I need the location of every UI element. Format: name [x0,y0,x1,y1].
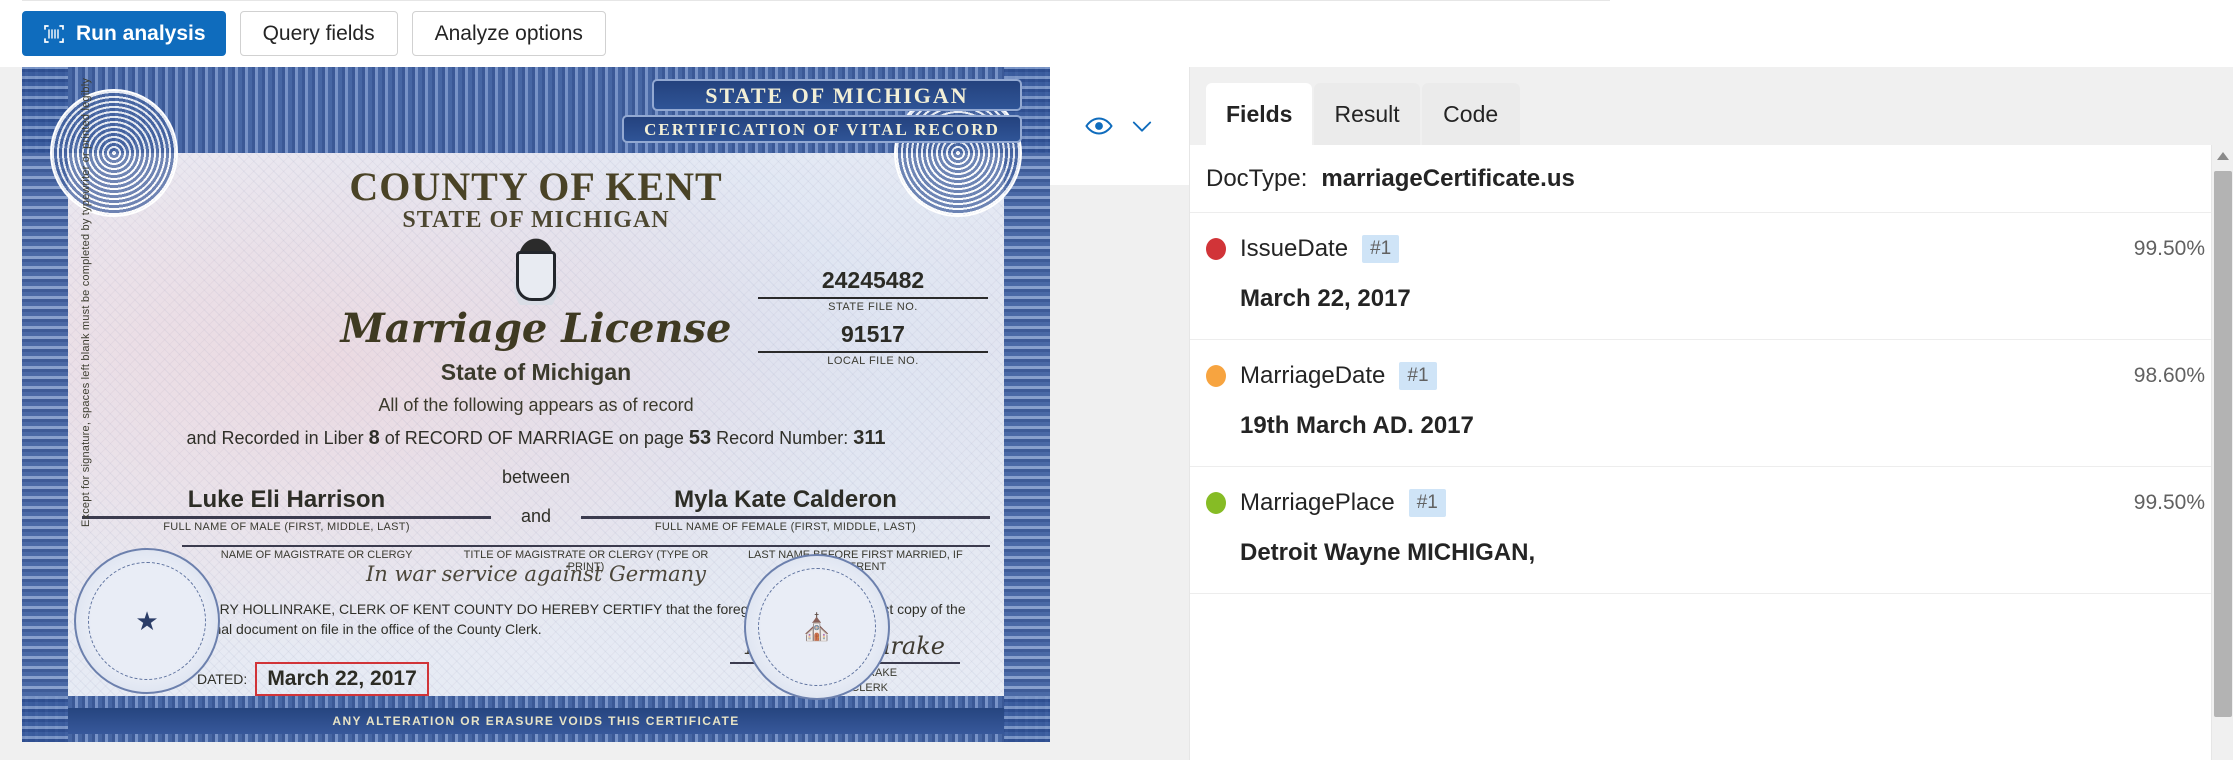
field-row-marriagedate[interactable]: MarriageDate #1 98.60% 19th March AD. 20… [1190,340,2233,467]
file-numbers-block: 24245482 STATE FILE NO. 91517 LOCAL FILE… [758,267,988,367]
field-index-badge: #1 [1362,235,1400,263]
state-file-rule [758,297,988,299]
certificate-page: STATE OF MICHIGAN CERTIFICATION OF VITAL… [22,67,1050,742]
state-seal-inner: ★ [88,562,206,680]
field-confidence: 99.50% [2133,491,2205,514]
male-name-rule [82,516,491,519]
field-row-marriageplace[interactable]: MarriagePlace #1 99.50% Detroit Wayne MI… [1190,467,2233,594]
page-value: 53 [688,427,712,449]
toolbar: Run analysis Query fields Analyze option… [0,0,2233,67]
record-number-label: Record Number: [716,428,849,448]
state-banner: STATE OF MICHIGAN [652,79,1022,111]
field-color-dot [1206,492,1226,514]
side-note-text: Except for signature, spaces left blank … [80,77,92,527]
female-name-caption: FULL NAME OF FEMALE (FIRST, MIDDLE, LAST… [654,521,917,533]
field-value: March 22, 2017 [1240,285,1411,312]
magistrate-rule [182,545,990,547]
query-fields-button[interactable]: Query fields [239,11,398,56]
viewer-tools [1050,67,1190,185]
local-file-rule [758,351,988,353]
tab-code[interactable]: Code [1421,83,1520,145]
eye-icon[interactable] [1084,111,1114,141]
query-fields-label: Query fields [262,21,375,45]
tab-fields[interactable]: Fields [1206,83,1313,145]
field-row-issuedate[interactable]: IssueDate #1 99.50% March 22, 2017 [1190,213,2233,340]
record-number-value: 311 [853,427,886,449]
liber-mid: of RECORD OF MARRIAGE on page [384,428,684,448]
liber-prefix: and Recorded in Liber [186,428,364,448]
footer-warning: ANY ALTERATION OR ERASURE VOIDS THIS CER… [68,708,1004,734]
run-analysis-button[interactable]: Run analysis [22,11,226,56]
toolbar-top-divider [22,0,1610,1]
triangle-up-icon[interactable] [2212,145,2233,167]
dated-value-highlight[interactable]: March 22, 2017 [255,662,429,696]
field-value: 19th March AD. 2017 [1240,412,1474,439]
names-row: Luke Eli Harrison FULL NAME OF MALE (FIR… [82,467,990,533]
analysis-workspace: Run analysis Query fields Analyze option… [0,0,2233,760]
field-header: MarriagePlace #1 [1206,489,2209,517]
field-header: MarriageDate #1 [1206,362,2209,390]
female-name-value: Myla Kate Calderon [674,486,897,513]
document-viewer: STATE OF MICHIGAN CERTIFICATION OF VITAL… [0,67,1190,760]
analyze-options-button[interactable]: Analyze options [411,11,606,56]
male-name-field: Luke Eli Harrison FULL NAME OF MALE (FIR… [82,486,491,533]
content-area: STATE OF MICHIGAN CERTIFICATION OF VITAL… [0,67,2233,760]
doctype-row: DocType: marriageCertificate.us [1190,145,2233,213]
state-file-no: 24245482 [821,267,925,293]
panel-tabs: Fields Result Code [1190,67,2233,145]
circuit-court-seal-inner: ⛪ [758,568,876,686]
field-header: IssueDate #1 [1206,235,2209,263]
field-color-dot [1206,365,1226,387]
local-file-caption: LOCAL FILE NO. [827,355,919,367]
run-analysis-label: Run analysis [76,21,206,45]
state-file-caption: STATE FILE NO. [828,301,918,313]
certification-banner: CERTIFICATION OF VITAL RECORD [622,115,1022,143]
document-image[interactable]: STATE OF MICHIGAN CERTIFICATION OF VITAL… [22,67,1050,742]
dated-label: DATED: [197,671,248,687]
field-name: IssueDate [1240,235,1349,262]
field-color-dot [1206,238,1226,260]
between-word: between [501,467,571,487]
doctype-value: marriageCertificate.us [1321,164,1575,192]
doctype-label: DocType: [1206,164,1308,192]
scrollbar-thumb[interactable] [2214,171,2232,717]
field-name: MarriagePlace [1240,489,1395,516]
and-word: and [520,506,552,526]
field-value: Detroit Wayne MICHIGAN, [1240,539,1536,566]
circuit-court-seal-icon: ⛪ [744,554,890,700]
record-note: All of the following appears as of recor… [378,395,694,415]
female-name-field: Myla Kate Calderon FULL NAME OF FEMALE (… [581,486,990,533]
male-name-caption: FULL NAME OF MALE (FIRST, MIDDLE, LAST) [163,521,410,533]
field-name: MarriageDate [1240,362,1386,389]
local-file-no: 91517 [841,321,905,347]
circuit-court-seal-emblem: ⛪ [800,611,834,642]
county-subtitle: STATE OF MICHIGAN [402,207,670,233]
female-name-rule [581,516,990,519]
liber-value: 8 [368,427,380,449]
field-index-badge: #1 [1408,489,1446,517]
viewer-tools-filler [1050,185,1190,760]
field-index-badge: #1 [1399,362,1437,390]
fields-list: DocType: marriageCertificate.us IssueDat… [1190,145,2233,760]
michigan-crest-icon [498,235,574,305]
analyze-options-label: Analyze options [434,21,583,45]
male-name-value: Luke Eli Harrison [187,486,386,513]
panel-scrollbar[interactable] [2211,145,2233,760]
between-and-labels: between and [491,467,581,533]
tab-result[interactable]: Result [1314,83,1420,145]
chevron-down-icon[interactable] [1128,112,1156,140]
document-scan-icon [42,22,66,46]
county-title: COUNTY OF KENT [349,164,723,209]
liber-line: and Recorded in Liber 8 of RECORD OF MAR… [22,427,1050,450]
field-confidence: 98.60% [2133,364,2205,387]
state-seal-emblem: ★ [135,605,159,636]
results-panel: Fields Result Code DocType: marriageCert… [1190,67,2233,760]
state-seal-icon: ★ [74,548,220,694]
dated-row: DATED: March 22, 2017 [197,662,429,696]
field-confidence: 99.50% [2133,237,2205,260]
